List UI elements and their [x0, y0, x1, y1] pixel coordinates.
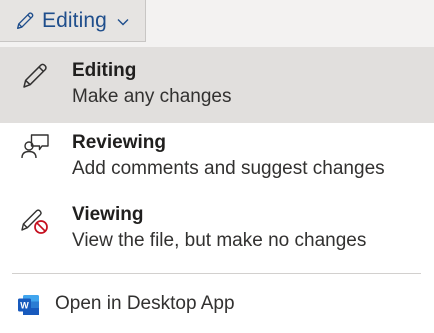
- menu-item-description: Add comments and suggest changes: [72, 158, 385, 179]
- menu-item-title: Viewing: [72, 204, 144, 225]
- chevron-down-icon: [117, 18, 129, 25]
- menu-item-description: Make any changes: [72, 86, 232, 107]
- open-in-desktop-app-button[interactable]: W Open in Desktop App: [0, 282, 434, 326]
- pencil-icon: [16, 11, 34, 29]
- pencil-icon: [23, 63, 47, 88]
- mode-dropdown: Editing Make any changes Reviewing Add c…: [0, 47, 434, 333]
- menu-item-title: Reviewing: [72, 132, 166, 153]
- svg-text:W: W: [20, 301, 29, 311]
- pencil-blocked-icon: [21, 209, 48, 234]
- word-icon: W: [18, 295, 39, 315]
- menu-item-viewing[interactable]: Viewing View the file, but make no chang…: [0, 191, 434, 267]
- editing-mode-button[interactable]: Editing: [0, 0, 146, 42]
- reviewer-comment-icon: [21, 134, 49, 159]
- menu-divider: [12, 273, 421, 274]
- menu-item-editing[interactable]: Editing Make any changes: [0, 47, 434, 123]
- mode-button-label: Editing: [42, 8, 107, 32]
- menu-item-title: Editing: [72, 60, 137, 81]
- editing-mode-menu: Editing Editing Make any changes Reviewi…: [0, 0, 434, 333]
- menu-item-reviewing[interactable]: Reviewing Add comments and suggest chang…: [0, 119, 434, 195]
- menu-item-description: View the file, but make no changes: [72, 230, 367, 251]
- open-in-desktop-app-label: Open in Desktop App: [55, 293, 235, 314]
